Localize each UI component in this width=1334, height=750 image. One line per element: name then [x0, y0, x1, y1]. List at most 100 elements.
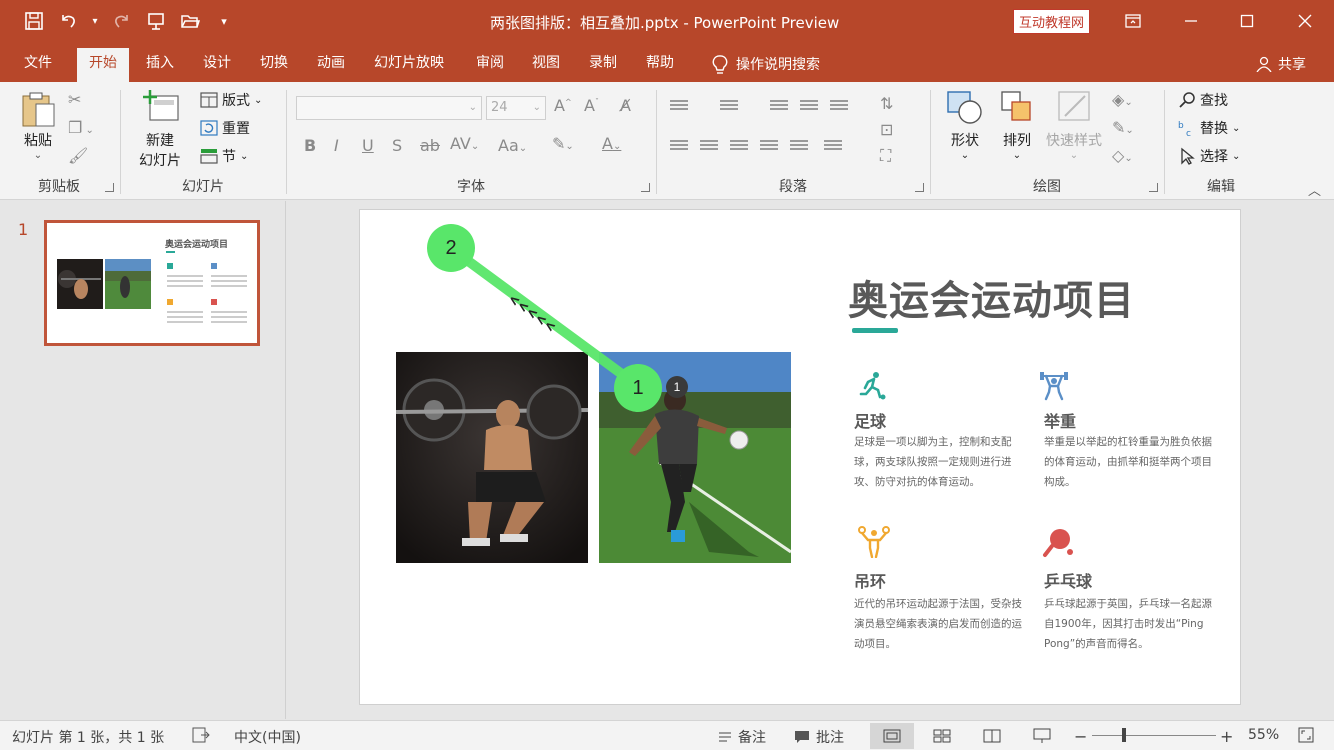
italic-icon[interactable]: I [334, 136, 339, 155]
quick-styles-button[interactable]: 快速样式 ⌄ [1042, 90, 1106, 161]
paste-dropdown-icon[interactable]: ⌄ [16, 150, 60, 161]
minimize-icon[interactable] [1166, 0, 1216, 42]
slide-sorter-button[interactable] [920, 723, 964, 749]
copy-icon[interactable]: ❐ ⌄ [68, 118, 94, 137]
font-launcher-icon[interactable] [641, 183, 650, 192]
shape-fill-icon[interactable]: ◈⌄ [1112, 90, 1133, 109]
tab-home[interactable]: 开始 [77, 48, 129, 82]
tab-design[interactable]: 设计 [191, 48, 243, 82]
change-case-icon[interactable]: Aa⌄ [498, 136, 527, 155]
smartart-icon[interactable]: ⛶ [880, 146, 891, 166]
new-slide-button[interactable]: 新建 幻灯片 [130, 88, 190, 170]
item-title-soccer[interactable]: 足球 [854, 408, 886, 432]
shape-outline-icon[interactable]: ✎⌄ [1112, 118, 1134, 137]
language-indicator[interactable]: 中文(中国) [234, 727, 301, 747]
replace-button[interactable]: bc 替换 ⌄ [1178, 118, 1240, 138]
align-text-icon[interactable]: ⊡ [880, 120, 893, 139]
reading-view-button[interactable] [970, 723, 1014, 749]
weightlifting-photo[interactable] [396, 352, 588, 563]
tab-transitions[interactable]: 切换 [248, 48, 300, 82]
drawing-launcher-icon[interactable] [1149, 183, 1158, 192]
shapes-button[interactable]: 形状 ⌄ [942, 90, 988, 161]
grow-font-icon[interactable]: A^ [554, 96, 572, 115]
item-title-rings[interactable]: 吊环 [854, 568, 886, 592]
strikethrough-icon[interactable]: ab [420, 136, 440, 155]
save-icon[interactable] [22, 9, 46, 33]
text-direction-icon[interactable]: ⇅ [880, 94, 893, 113]
zoom-in-button[interactable]: + [1220, 727, 1233, 746]
bullets-icon[interactable] [670, 100, 688, 114]
increase-indent-icon[interactable] [800, 100, 818, 114]
zoom-slider-thumb[interactable] [1122, 728, 1126, 742]
tab-help[interactable]: 帮助 [634, 48, 686, 82]
distribute-icon[interactable] [824, 140, 842, 154]
section-button[interactable]: 节 ⌄ [200, 146, 248, 166]
text-shadow-icon[interactable]: S [392, 136, 402, 155]
item-title-table-tennis[interactable]: 乒乓球 [1044, 568, 1092, 592]
tell-me-search[interactable]: 操作说明搜索 [700, 48, 832, 82]
reset-button[interactable]: 重置 [200, 118, 250, 138]
select-button[interactable]: 选择 ⌄ [1178, 146, 1240, 166]
item-title-weightlifting[interactable]: 举重 [1044, 408, 1076, 432]
slide-canvas[interactable]: 奥运会运动项目 足球 足球是一项以脚为主，控制和支配球，两支球队按照一定规则进行… [360, 210, 1240, 704]
numbering-icon[interactable] [720, 100, 738, 114]
columns-icon[interactable] [790, 140, 808, 154]
character-spacing-icon[interactable]: AV⌄ [450, 134, 479, 153]
arrange-button[interactable]: 排列 ⌄ [994, 90, 1040, 161]
item-desc-weightlifting[interactable]: 举重是以举起的杠铃重量为胜负依据的体育运动，由抓举和挺举两个项目构成。 [1044, 432, 1214, 492]
zoom-out-button[interactable]: − [1074, 727, 1087, 746]
undo-dropdown-icon[interactable]: ▾ [90, 9, 100, 33]
underline-icon[interactable]: U [362, 136, 374, 155]
clear-formatting-icon[interactable]: A̸ [620, 96, 631, 115]
item-desc-soccer[interactable]: 足球是一项以脚为主，控制和支配球，两支球队按照一定规则进行进攻、防守对抗的体育运… [854, 432, 1024, 492]
accessibility-icon[interactable] [192, 727, 210, 743]
cut-icon[interactable]: ✂ [68, 90, 81, 109]
close-icon[interactable] [1280, 0, 1330, 42]
line-spacing-icon[interactable] [830, 100, 848, 114]
notes-button[interactable]: 备注 [718, 727, 766, 747]
tab-review[interactable]: 审阅 [464, 48, 516, 82]
share-button[interactable]: 共享 [1256, 54, 1306, 74]
justify-icon[interactable] [760, 140, 778, 154]
tab-view[interactable]: 视图 [520, 48, 572, 82]
slide-title[interactable]: 奥运会运动项目 [848, 268, 1135, 326]
tab-slideshow[interactable]: 幻灯片放映 [362, 48, 456, 82]
zoom-level[interactable]: 55% [1248, 727, 1279, 743]
find-button[interactable]: 查找 [1178, 90, 1228, 110]
paste-button[interactable]: 粘贴 ⌄ [16, 90, 60, 161]
zoom-slider[interactable] [1092, 735, 1216, 736]
tab-animations[interactable]: 动画 [305, 48, 357, 82]
font-family-select[interactable]: ⌄ [296, 96, 482, 120]
comments-button[interactable]: 批注 [794, 727, 844, 747]
format-painter-icon[interactable]: 🖌 [68, 146, 88, 165]
tab-file[interactable]: 文件 [12, 48, 64, 82]
ribbon-display-icon[interactable] [1108, 0, 1158, 42]
font-color-icon[interactable]: A⌄ [602, 134, 621, 153]
clipboard-launcher-icon[interactable] [105, 183, 114, 192]
fit-to-window-icon[interactable] [1298, 727, 1314, 743]
align-right-icon[interactable] [730, 140, 748, 154]
normal-view-button[interactable] [870, 723, 914, 749]
tab-insert[interactable]: 插入 [134, 48, 186, 82]
align-left-icon[interactable] [670, 140, 688, 154]
layout-button[interactable]: 版式 ⌄ [200, 90, 262, 110]
bold-icon[interactable]: B [304, 136, 316, 155]
paragraph-launcher-icon[interactable] [915, 183, 924, 192]
present-icon[interactable] [144, 9, 168, 33]
item-desc-rings[interactable]: 近代的吊环运动起源于法国，受杂技演员悬空绳索表演的启发而创造的运动项目。 [854, 594, 1024, 654]
customize-qat-icon[interactable]: ▾ [212, 9, 236, 33]
slideshow-button[interactable] [1020, 723, 1064, 749]
tab-record[interactable]: 录制 [577, 48, 629, 82]
open-folder-icon[interactable] [178, 9, 202, 33]
shape-effects-icon[interactable]: ◇⌄ [1112, 146, 1133, 165]
font-size-select[interactable]: 24 ⌄ [486, 96, 546, 120]
slide-thumbnail[interactable]: 奥运会运动项目 [44, 220, 260, 346]
collapse-ribbon-icon[interactable]: ︿ [1308, 180, 1321, 199]
item-desc-table-tennis[interactable]: 乒乓球起源于英国，乒乓球一名起源自1900年，因其打击时发出“Ping Pong… [1044, 594, 1214, 654]
decrease-indent-icon[interactable] [770, 100, 788, 114]
undo-icon[interactable] [56, 9, 80, 33]
shrink-font-icon[interactable]: Aˇ [584, 96, 599, 115]
redo-icon[interactable] [110, 9, 134, 33]
maximize-icon[interactable] [1222, 0, 1272, 42]
highlight-icon[interactable]: ✎⌄ [552, 134, 574, 153]
